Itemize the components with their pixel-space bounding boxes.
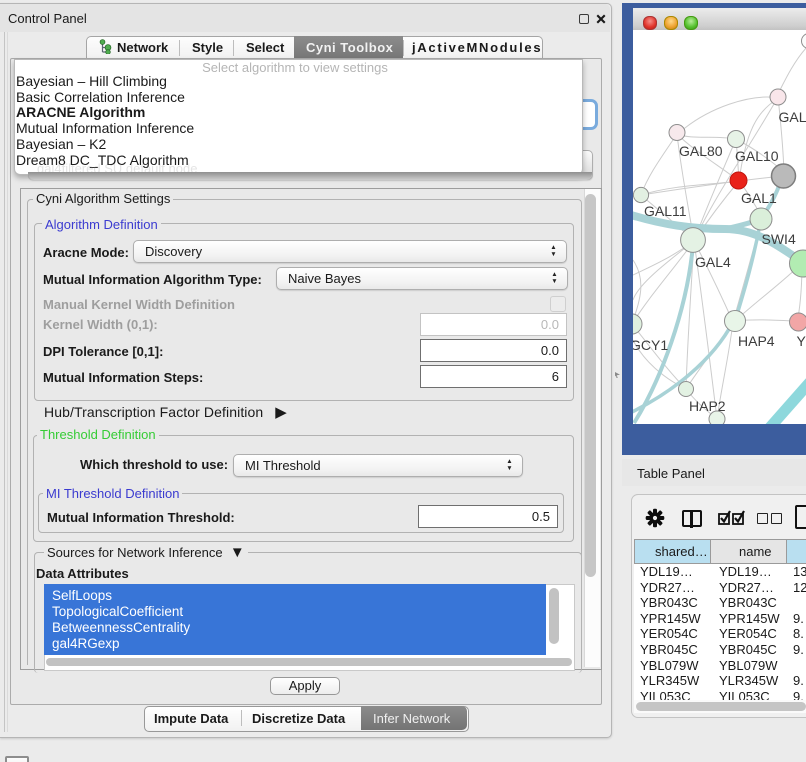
svg-text:SWI4: SWI4 (762, 231, 796, 247)
svg-text:HAP2: HAP2 (689, 398, 726, 414)
svg-text:GAL11: GAL11 (644, 203, 687, 219)
svg-text:GAL4: GAL4 (695, 254, 731, 270)
svg-text:HAP4: HAP4 (738, 333, 775, 349)
svg-text:Y: Y (797, 333, 806, 349)
svg-text:GAL7: GAL7 (779, 109, 806, 125)
svg-text:GCY1: GCY1 (633, 337, 668, 353)
svg-text:GAL10: GAL10 (735, 148, 779, 164)
svg-text:GAL80: GAL80 (679, 143, 723, 159)
svg-text:GAL1: GAL1 (741, 190, 777, 206)
